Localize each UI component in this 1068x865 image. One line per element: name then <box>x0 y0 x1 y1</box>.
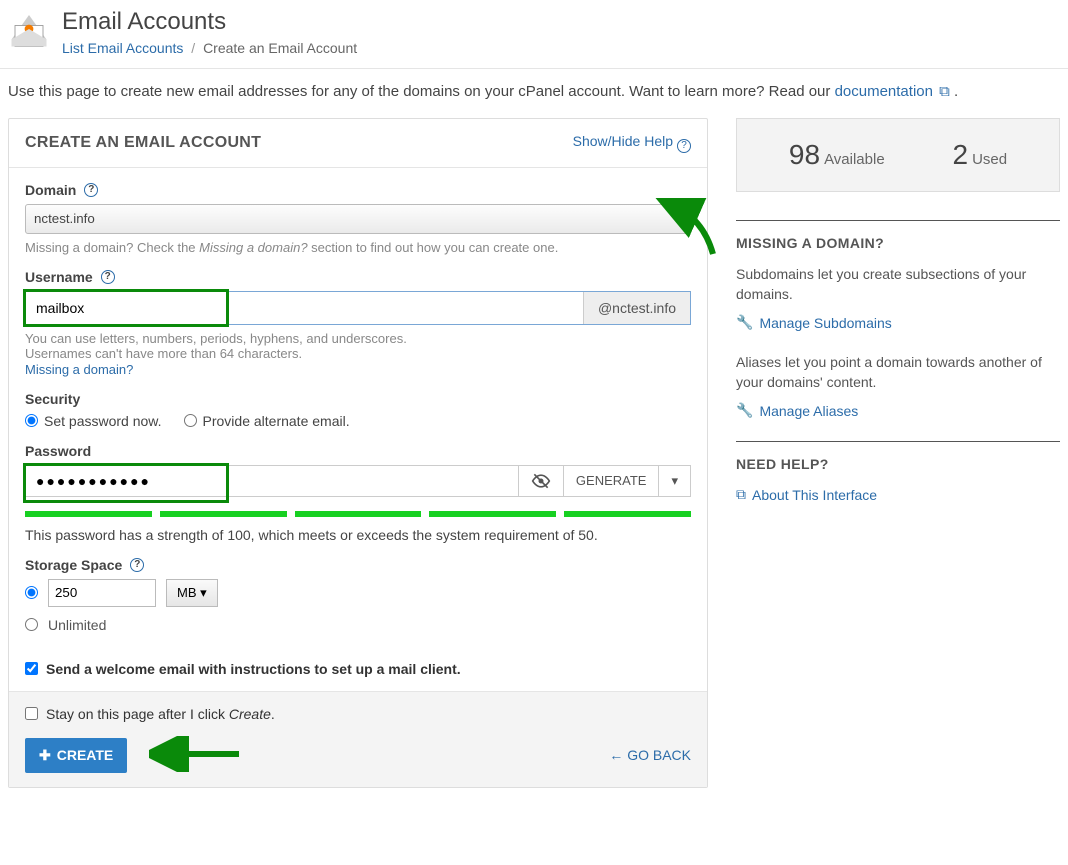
need-help-heading: NEED HELP? <box>736 456 1060 472</box>
missing-domain-heading: MISSING A DOMAIN? <box>736 235 1060 251</box>
generate-password-button[interactable]: GENERATE <box>563 466 659 496</box>
chevron-down-icon: ▾ <box>671 473 678 489</box>
wrench-icon: 🔧 <box>736 314 753 331</box>
username-domain-addon: @nctest.info <box>583 292 690 324</box>
panel-title: CREATE AN EMAIL ACCOUNT <box>25 134 261 152</box>
storage-fixed-radio[interactable] <box>25 586 38 599</box>
alternate-email-radio[interactable]: Provide alternate email. <box>184 413 350 429</box>
help-icon[interactable]: ? <box>130 558 144 572</box>
username-label: Username? <box>25 269 691 285</box>
create-button[interactable]: ✚CREATE <box>25 738 127 773</box>
page-header: Email Accounts List Email Accounts / Cre… <box>0 0 1068 68</box>
account-stats: 98Available 2Used <box>736 118 1060 192</box>
help-icon[interactable]: ? <box>84 183 98 197</box>
storage-unit-dropdown[interactable]: MB ▾ <box>166 579 218 607</box>
external-link-icon: ⧉ <box>935 83 950 100</box>
eye-off-icon <box>531 471 551 491</box>
documentation-link[interactable]: documentation <box>835 83 933 100</box>
plus-icon: ✚ <box>39 747 51 764</box>
toggle-password-visibility-button[interactable] <box>518 466 563 496</box>
subdomains-text: Subdomains let you create subsections of… <box>736 265 1060 304</box>
sidebar: 98Available 2Used MISSING A DOMAIN? Subd… <box>736 118 1060 788</box>
arrow-annotation-icon <box>149 736 249 772</box>
storage-label: Storage Space? <box>25 557 691 573</box>
used-count: 2 <box>952 139 968 170</box>
password-strength-text: This password has a strength of 100, whi… <box>25 527 691 543</box>
set-password-radio[interactable]: Set password now. <box>25 413 162 429</box>
breadcrumb: List Email Accounts / Create an Email Ac… <box>62 40 357 56</box>
manage-subdomains-link[interactable]: 🔧Manage Subdomains <box>736 314 1060 331</box>
show-hide-help-link[interactable]: Show/Hide Help? <box>573 133 691 153</box>
password-input[interactable] <box>26 466 518 496</box>
email-accounts-icon <box>8 8 50 50</box>
wrench-icon: 🔧 <box>736 402 753 419</box>
domain-label: Domain? <box>25 182 691 198</box>
manage-aliases-link[interactable]: 🔧Manage Aliases <box>736 402 1060 419</box>
unlimited-label: Unlimited <box>48 617 106 633</box>
intro-text: Use this page to create new email addres… <box>0 83 1068 118</box>
breadcrumb-current: Create an Email Account <box>203 40 357 56</box>
help-icon: ? <box>677 139 691 153</box>
storage-unlimited-radio[interactable] <box>25 618 38 631</box>
about-interface-link[interactable]: ⧉About This Interface <box>736 486 1060 503</box>
password-options-dropdown[interactable]: ▾ <box>658 466 690 496</box>
aliases-text: Aliases let you point a domain towards a… <box>736 353 1060 392</box>
external-link-icon: ⧉ <box>736 486 746 503</box>
domain-select[interactable]: nctest.info <box>25 204 691 234</box>
stay-on-page-checkbox[interactable] <box>25 707 38 720</box>
missing-domain-link[interactable]: Missing a domain? <box>25 362 133 377</box>
arrow-annotation-icon <box>653 198 733 262</box>
arrow-left-icon: ← <box>609 747 623 763</box>
username-input[interactable] <box>26 292 583 324</box>
welcome-email-label: Send a welcome email with instructions t… <box>46 661 461 677</box>
page-title: Email Accounts <box>62 8 357 36</box>
breadcrumb-list-link[interactable]: List Email Accounts <box>62 40 183 56</box>
welcome-email-checkbox[interactable] <box>25 662 38 675</box>
go-back-button[interactable]: ←GO BACK <box>609 747 691 763</box>
stay-on-page-label: Stay on this page after I click Create. <box>46 706 275 722</box>
security-label: Security <box>25 391 691 407</box>
password-strength-meter <box>25 511 691 517</box>
domain-hint: Missing a domain? Check the Missing a do… <box>25 240 691 255</box>
available-count: 98 <box>789 139 820 170</box>
create-account-panel: CREATE AN EMAIL ACCOUNT Show/Hide Help? … <box>8 118 708 788</box>
username-hint: You can use letters, numbers, periods, h… <box>25 331 691 361</box>
storage-amount-input[interactable] <box>48 579 156 607</box>
password-label: Password <box>25 443 691 459</box>
help-icon[interactable]: ? <box>101 270 115 284</box>
